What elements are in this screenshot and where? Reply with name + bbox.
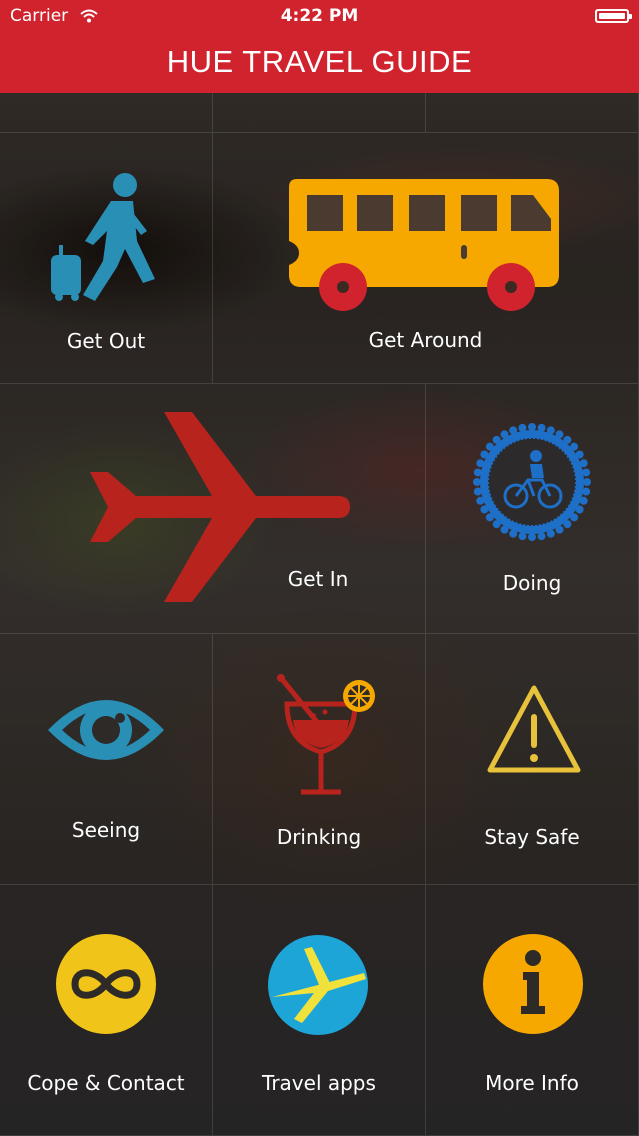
warning-triangle-icon [486, 682, 582, 782]
status-time: 4:22 PM [280, 6, 359, 26]
cocktail-icon [273, 672, 383, 800]
tile-label: Travel apps [262, 1071, 376, 1095]
tile-partial-1[interactable] [0, 93, 213, 133]
tile-doing[interactable]: Doing [426, 384, 639, 634]
tile-more-info[interactable]: More Info [426, 885, 639, 1136]
tile-label: Doing [502, 571, 562, 595]
status-bar: Carrier 4:22 PM [0, 6, 639, 28]
tile-label: Get Out [66, 329, 146, 353]
tile-cope-contact[interactable]: Cope & Contact [0, 885, 213, 1136]
tile-drinking[interactable]: Drinking [213, 634, 426, 885]
tile-get-around[interactable]: Get Around [213, 133, 639, 384]
tile-stay-safe[interactable]: Stay Safe [426, 634, 639, 885]
tile-partial-2[interactable] [213, 93, 426, 133]
eye-icon [46, 688, 166, 776]
tile-label: Stay Safe [484, 825, 580, 849]
tile-seeing[interactable]: Seeing [0, 634, 213, 885]
tile-label: Get Around [368, 328, 483, 352]
tile-get-out[interactable]: Get Out [0, 133, 213, 384]
tile-label: Seeing [71, 818, 141, 842]
battery-icon [595, 9, 632, 23]
tile-partial-3[interactable] [426, 93, 639, 133]
travel-plane-circle-icon [268, 935, 368, 1039]
page-title: HUE TRAVEL GUIDE [166, 44, 473, 79]
app-header: Carrier 4:22 PM HUE TRAVEL GUIDE [0, 0, 639, 93]
tile-travel-apps[interactable]: Travel apps [213, 885, 426, 1136]
infinity-icon [55, 933, 157, 1039]
bicycle-badge-icon [472, 422, 592, 546]
tile-get-in[interactable]: Get In [0, 384, 426, 634]
tile-label: Drinking [276, 825, 362, 849]
traveler-luggage-icon [45, 171, 157, 305]
info-icon [483, 934, 583, 1038]
tile-label: Cope & Contact [27, 1071, 185, 1095]
bus-icon [289, 179, 561, 319]
tile-label: More Info [485, 1071, 579, 1095]
